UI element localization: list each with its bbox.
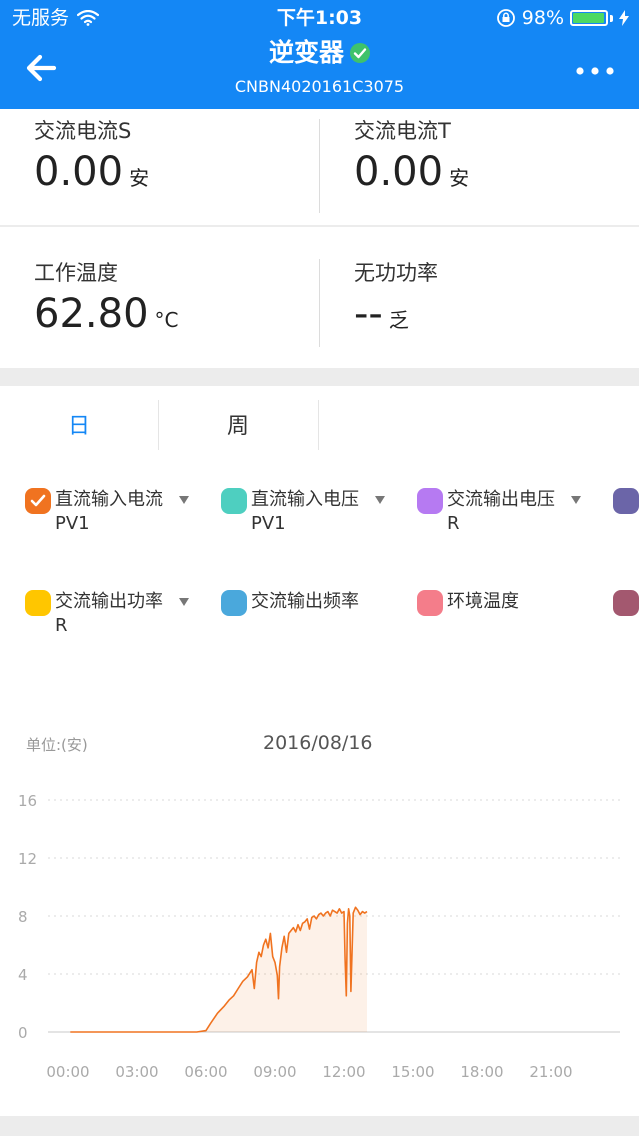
legend-label: 交流输出频率: [251, 590, 359, 614]
rotation-lock-icon: [496, 9, 515, 27]
metric-ac-current-t: 交流电流T 0.00 安: [354, 117, 634, 201]
metric-number: 62.80: [34, 291, 149, 337]
series-area: [70, 907, 368, 1032]
tab-day[interactable]: 日: [0, 400, 158, 454]
metric-number: 0.00: [354, 149, 444, 195]
legend-label-main: 直流输入电流: [55, 489, 163, 510]
y-tick-label: 0: [18, 1024, 28, 1042]
verified-check-icon: [350, 43, 370, 63]
metric-unit: 乏: [388, 308, 409, 332]
metric-ac-current-s: 交流电流S 0.00 安: [34, 117, 314, 201]
tab-divider: [318, 400, 319, 450]
legend-label: 环境温度: [447, 590, 519, 614]
metric-value: 0.00 安: [354, 149, 634, 201]
legend-label: 直流输入电流 PV1: [55, 488, 163, 536]
x-tick-label: 15:00: [391, 1063, 434, 1081]
legend-checkbox[interactable]: [417, 488, 443, 514]
y-tick-label: 16: [18, 792, 37, 810]
dropdown-arrow-icon[interactable]: [179, 496, 189, 504]
screen: 无服务 下午1:03 98% 逆变器 CNBN4020161C3075 交流电流…: [0, 0, 639, 1136]
metric-number: --: [354, 291, 383, 337]
metrics-card-temp-power: 工作温度 62.80 °C 无功功率 -- 乏: [0, 227, 639, 368]
legend-checkbox[interactable]: [25, 488, 51, 514]
x-tick-label: 09:00: [253, 1063, 296, 1081]
metric-label: 无功功率: [354, 261, 438, 285]
legend-label: 交流输出电压 R: [447, 488, 555, 536]
dropdown-arrow-icon[interactable]: [179, 598, 189, 606]
legend-label: 交流输出功率 R: [55, 590, 163, 638]
device-serial: CNBN4020161C3075: [234, 77, 405, 96]
status-bar: 无服务 下午1:03 98%: [0, 0, 639, 36]
y-tick-label: 12: [18, 850, 37, 868]
chart-unit-label: 单位:(安): [26, 736, 88, 754]
metric-divider: [319, 259, 320, 347]
legend-checkbox[interactable]: [221, 488, 247, 514]
charging-bolt-icon: [619, 10, 629, 26]
y-tick-label: 8: [18, 908, 28, 926]
metric-value: -- 乏: [354, 291, 634, 343]
legend-label-main: 直流输入电压: [251, 489, 359, 510]
metric-label: 交流电流T: [354, 119, 451, 143]
legend-label-main: 交流输出功率: [55, 591, 163, 612]
legend-label-sub: PV1: [55, 513, 90, 534]
metric-divider: [319, 119, 320, 213]
dropdown-arrow-icon[interactable]: [375, 496, 385, 504]
legend-checkbox[interactable]: [221, 590, 247, 616]
metric-unit: 安: [129, 166, 150, 190]
metric-working-temperature: 工作温度 62.80 °C: [34, 259, 314, 343]
x-tick-label: 03:00: [115, 1063, 158, 1081]
tab-week[interactable]: 周: [159, 400, 317, 454]
metric-label: 交流电流S: [34, 119, 132, 143]
line-chart: 0 4 8 12 16 00:00 03:00 06:00 09:00 12:00 15:00 18:…: [18, 792, 620, 1081]
legend-label-main: 环境温度: [447, 591, 519, 612]
legend-label-sub: PV1: [251, 513, 286, 534]
legend-checkbox[interactable]: [613, 590, 639, 616]
top-bar: 无服务 下午1:03 98% 逆变器 CNBN4020161C3075: [0, 0, 639, 109]
legend-label: 直流输入电压 PV1: [251, 488, 359, 536]
chart-card: 日 周 直流输入电流 PV1 直流输入电压 PV1 交流输出电压 R 交流输出功…: [0, 386, 639, 1116]
page-title-text: 逆变器: [268, 38, 344, 67]
metric-value: 0.00 安: [34, 149, 314, 201]
page-title: 逆变器: [0, 38, 639, 68]
x-tick-label: 06:00: [184, 1063, 227, 1081]
metric-unit: 安: [449, 166, 470, 190]
status-right: 98%: [496, 0, 629, 36]
legend-checkbox[interactable]: [417, 590, 443, 616]
more-dots-icon[interactable]: [575, 64, 615, 78]
legend-label-sub: R: [55, 615, 68, 636]
legend-label-sub: R: [447, 513, 460, 534]
chart-date-label: 2016/08/16: [263, 732, 373, 754]
metric-value: 62.80 °C: [34, 291, 314, 343]
x-tick-label: 21:00: [529, 1063, 572, 1081]
battery-icon: [570, 10, 608, 26]
metric-unit: °C: [154, 308, 179, 332]
metric-label: 工作温度: [34, 261, 118, 285]
legend-checkbox[interactable]: [613, 488, 639, 514]
battery-tip: [610, 14, 613, 22]
y-tick-label: 4: [18, 966, 28, 984]
metric-reactive-power: 无功功率 -- 乏: [354, 259, 634, 343]
bottom-strip: [0, 1116, 639, 1136]
legend-label-main: 交流输出频率: [251, 591, 359, 612]
metrics-card-ac-current: 交流电流S 0.00 安 交流电流T 0.00 安: [0, 109, 639, 225]
checkmark-icon: [30, 494, 46, 507]
x-tick-label: 12:00: [322, 1063, 365, 1081]
legend-label-main: 交流输出电压: [447, 489, 555, 510]
dropdown-arrow-icon[interactable]: [571, 496, 581, 504]
battery-percent: 98%: [521, 7, 564, 29]
metric-number: 0.00: [34, 149, 124, 195]
x-tick-label: 00:00: [46, 1063, 89, 1081]
x-tick-label: 18:00: [460, 1063, 503, 1081]
legend-checkbox[interactable]: [25, 590, 51, 616]
